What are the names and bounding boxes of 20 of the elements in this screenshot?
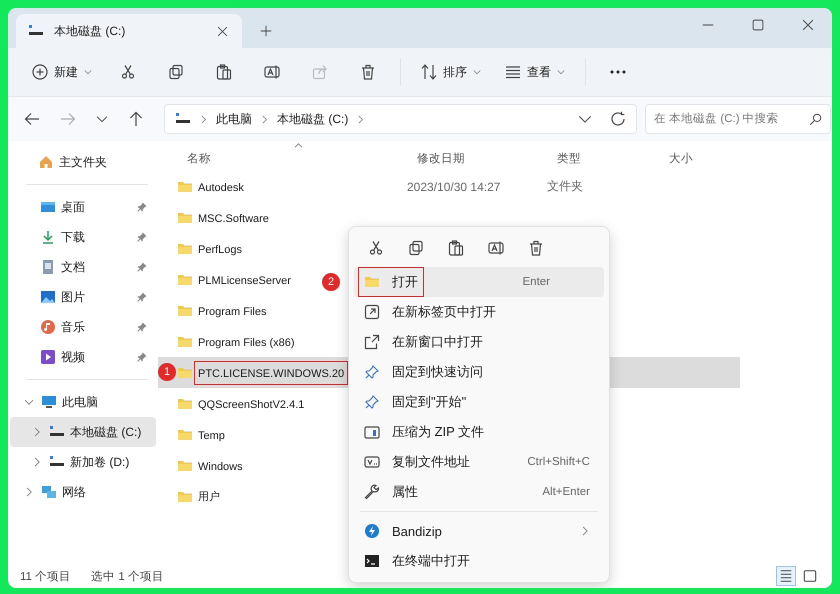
file-type: 文件夹	[547, 178, 584, 195]
file-name: PLMLicenseServer	[198, 274, 291, 286]
file-name: Autodesk	[198, 182, 244, 194]
shortcut-label: Enter	[522, 276, 550, 288]
selection-count: 选中 1 个项目	[91, 570, 164, 584]
modified-date: 2023/10/30 14:27	[407, 180, 502, 194]
shortcut-label: Ctrl+Shift+C	[527, 456, 590, 468]
file-name: Temp	[198, 430, 225, 442]
file-name: Program Files (x86)	[198, 336, 295, 348]
file-name: PerfLogs	[198, 244, 242, 256]
step-number-badge: 2	[322, 273, 340, 291]
file-name: PTC.LICENSE.WINDOWS.20	[198, 368, 344, 380]
step-number-badge: 1	[158, 363, 176, 381]
file-name: Program Files	[198, 306, 266, 318]
file-name: 用户	[198, 491, 220, 503]
file-name: MSC.Software	[198, 212, 269, 224]
file-name: QQScreenShotV2.4.1	[198, 398, 304, 410]
shortcut-label: Alt+Enter	[542, 486, 590, 498]
file-name: Windows	[198, 460, 243, 472]
item-count: 11 个项目	[20, 570, 72, 584]
